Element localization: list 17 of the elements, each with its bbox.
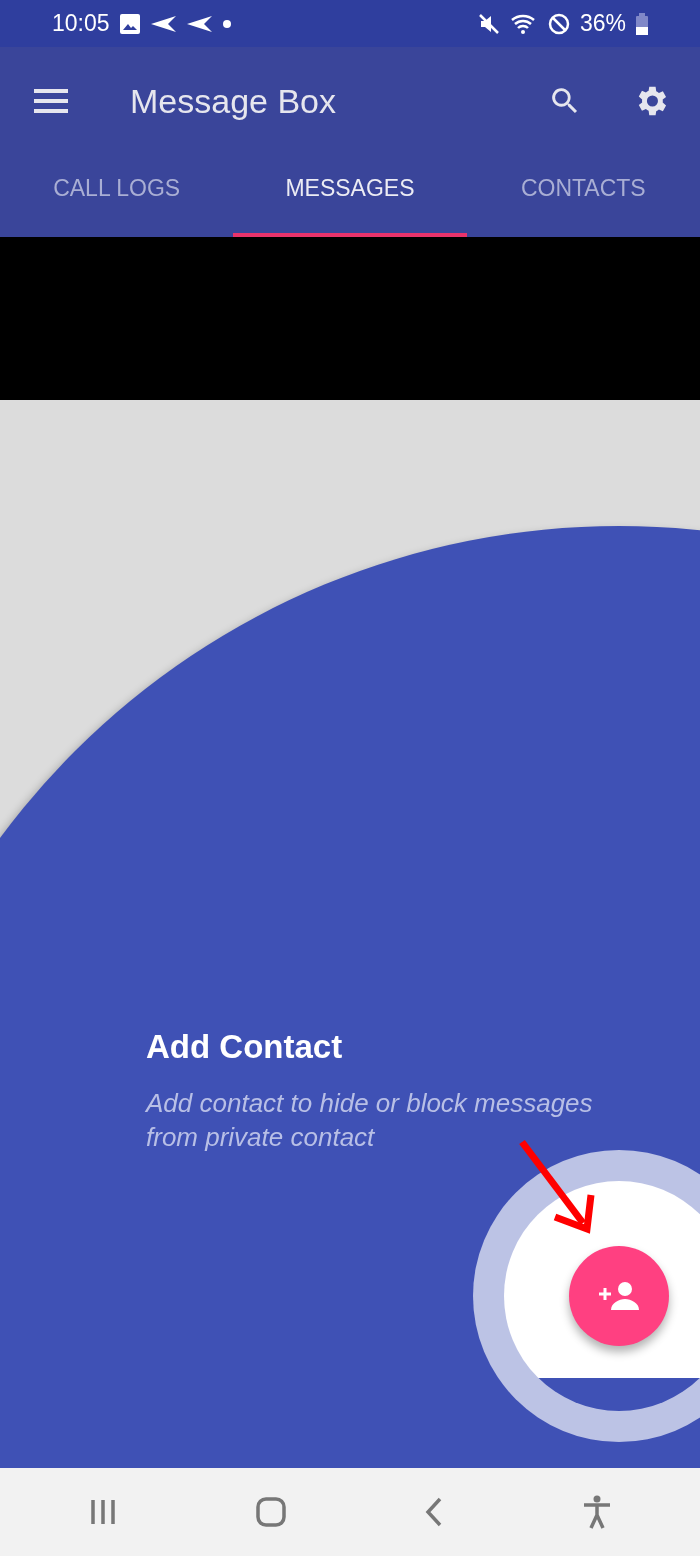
coach-title: Add Contact	[146, 1028, 344, 1066]
coach-description: Add contact to hide or block messages from private contact	[146, 1087, 594, 1154]
accessibility-icon[interactable]	[582, 1495, 611, 1529]
tab[interactable]: CONTACTS	[466, 155, 700, 237]
status-time: 10:05	[52, 10, 110, 37]
app-title: Message Box	[130, 81, 337, 121]
dot-icon	[221, 18, 232, 29]
battery-icon	[636, 12, 648, 35]
tab[interactable]: CALL LOGS	[0, 155, 234, 237]
home-icon[interactable]	[255, 1497, 286, 1527]
block-icon	[547, 12, 570, 35]
image-icon	[119, 13, 140, 34]
battery-percent: 36%	[579, 10, 626, 37]
recent-apps-icon[interactable]	[89, 1498, 118, 1526]
add-person-icon	[597, 1280, 641, 1312]
mute-icon	[477, 12, 500, 35]
menu-icon[interactable]	[34, 88, 68, 114]
